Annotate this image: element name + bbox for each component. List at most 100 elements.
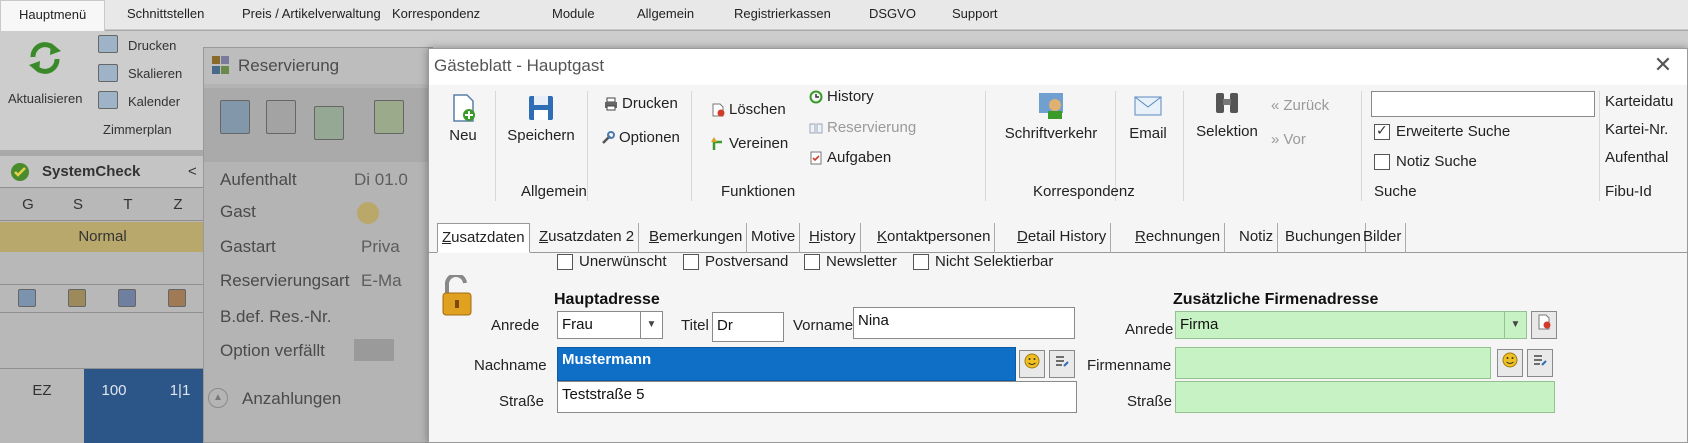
tab-bemerkungen[interactable]: Bemerkungen [645,223,748,253]
notiz-suche-checkbox[interactable]: Notiz Suche [1374,153,1477,170]
nicht-selektierbar-label: Nicht Selektierbar [935,253,1054,270]
printer-icon [98,35,118,53]
nachname-input[interactable]: Mustermann [557,347,1016,381]
fibuid-label: Fibu-Id [1605,183,1652,200]
speichern-button[interactable]: Speichern [505,93,577,144]
menu-tab-registrierkassen[interactable]: Registrierkassen [734,0,831,30]
neu-button[interactable]: Neu [443,93,483,144]
edit-list-icon[interactable] [1049,350,1075,378]
menu-tab-schnittstellen[interactable]: Schnittstellen [127,0,204,30]
menu-tab-korrespondenz[interactable]: Korrespondenz [392,0,480,30]
firma-strasse-input[interactable] [1175,381,1555,413]
anrede-select[interactable]: Frau [557,311,641,339]
firma-edit-list-icon[interactable] [1527,349,1553,377]
nicht-selektierbar-box[interactable] [913,253,929,270]
aktualisieren-button[interactable]: Aktualisieren [8,91,82,106]
aufgaben-button[interactable]: Aufgaben [809,149,891,166]
menu-tab-dsgvo[interactable]: DSGVO [869,0,916,30]
newsletter-box[interactable] [804,253,820,270]
calendar-icon [98,91,118,109]
menu-tab-module[interactable]: Module [552,0,595,30]
erweiterte-suche-checkbox[interactable]: Erweiterte Suche [1374,122,1510,140]
aufenthalt-label: Aufenthalt [220,170,297,189]
nicht-selektierbar-checkbox[interactable]: Nicht Selektierbar [913,253,1053,270]
tab-rechnungen[interactable]: Rechnungen [1131,223,1226,253]
firma-anrede-dropdown-icon[interactable]: ▼ [1505,311,1527,339]
tab-zusatzdaten[interactable]: Zusatzdaten [437,223,530,253]
email-button[interactable]: Email [1123,91,1173,142]
kalender-button[interactable]: Kalender [128,94,180,109]
systemcheck-title[interactable]: SystemCheck [42,163,140,180]
erweiterte-suche-box[interactable] [1374,122,1390,140]
menu-tab-hauptmenue[interactable]: Hauptmenü [0,0,106,31]
tab-buchungen[interactable]: Buchungen [1281,223,1366,253]
tab-bilder[interactable]: Bilder [1359,223,1407,253]
tab-zusatzdaten-2[interactable]: Zusatzdaten 2 [535,223,640,253]
close-icon[interactable]: ✕ [1651,54,1675,78]
zurueck-button[interactable]: « Zurück [1271,97,1329,114]
postversand-checkbox[interactable]: Postversand [683,253,788,270]
tab-detail-history[interactable]: Detail History [1013,223,1112,253]
titel-input[interactable]: Dr [712,312,784,342]
dialog-title: Gästeblatt - Hauptgast [434,56,605,75]
unerwuenscht-box[interactable] [557,253,573,270]
vorname-input[interactable]: Nina [853,307,1075,339]
history-icon [809,90,823,103]
save-dimmed-icon [220,100,250,134]
room-type-ez: EZ [32,382,52,399]
firma-anrede-select[interactable]: Firma [1175,311,1505,339]
loeschen-button[interactable]: Löschen [711,101,786,118]
room-cell[interactable] [84,369,205,443]
vor-button[interactable]: » Vor [1271,131,1306,148]
tab-motive[interactable]: Motive [747,223,801,253]
unlocked-padlock-icon[interactable] [441,275,473,317]
history-button[interactable]: History [809,88,874,105]
firma-smiley-icon[interactable] [1497,349,1523,377]
collapse-circle-icon: ▲ [208,388,228,408]
postversand-box[interactable] [683,253,699,270]
tab-history[interactable]: History [805,223,861,253]
anrede-dropdown-icon[interactable]: ▼ [641,311,663,339]
drucken-button[interactable]: Drucken [604,95,678,112]
collapse-arrow-icon[interactable]: < [188,163,197,180]
smiley-icon[interactable] [1019,350,1045,378]
schriftverkehr-button[interactable]: Schriftverkehr [1001,91,1101,142]
checkout-icon[interactable] [118,289,136,307]
scale-icon [98,64,118,82]
firmenname-input[interactable] [1175,347,1491,379]
tab-kontaktpersonen[interactable]: Kontaktpersonen [873,223,996,253]
search-small-icon[interactable] [18,289,36,307]
speichern-label: Speichern [507,127,575,144]
group-korrespondenz-label: Korrespondenz [1033,183,1135,200]
group-suche-label: Suche [1374,183,1417,200]
strasse-input[interactable]: Teststraße 5 [557,381,1077,413]
newsletter-checkbox[interactable]: Newsletter [804,253,897,270]
room-occupancy: 1|1 [169,382,191,399]
unerwuenscht-checkbox[interactable]: Unerwünscht [557,253,667,270]
vereinen-button[interactable]: Vereinen [711,135,788,152]
tools-icon [602,130,615,144]
home-icon[interactable] [168,289,186,307]
menu-tab-support[interactable]: Support [952,0,998,30]
notiz-suche-box[interactable] [1374,153,1390,170]
gaesteblatt-dialog: Gästeblatt - Hauptgast ✕ Neu Speichern D… [428,48,1688,443]
strasse-label: Straße [499,393,545,410]
search-input[interactable] [1371,91,1595,117]
reservierungsart-label: Reservierungsart [220,271,350,290]
drucken-bg-button[interactable]: Drucken [128,38,176,53]
menu-tab-preis-artikelverwaltung[interactable]: Preis / Artikelverwaltung [242,0,381,30]
reservierung-button[interactable]: Reservierung [809,119,916,136]
misc-dimmed-icon [374,100,404,134]
column-header-g: G [22,196,34,213]
skalieren-button[interactable]: Skalieren [128,66,182,81]
menu-tab-allgemein[interactable]: Allgemein [637,0,694,30]
unerwuenscht-label: Unerwünscht [579,253,667,270]
selektion-button[interactable]: Selektion [1193,89,1261,140]
merge-arrow-icon [711,136,722,150]
app-logo-icon [212,56,229,74]
optionen-button[interactable]: Optionen [601,129,680,146]
tab-notiz[interactable]: Notiz [1235,223,1279,253]
gastart-label: Gastart [220,237,276,256]
checkin-icon[interactable] [68,289,86,307]
firma-delete-icon[interactable] [1531,311,1557,339]
